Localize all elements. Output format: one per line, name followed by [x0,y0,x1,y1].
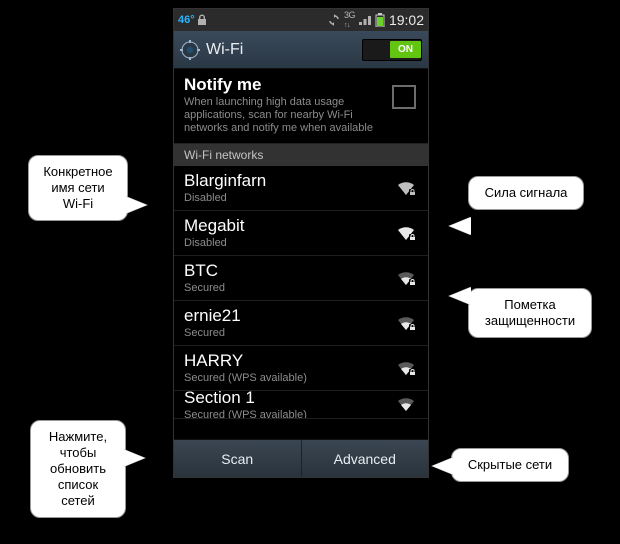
wifi-toggle[interactable]: ON [362,39,422,61]
network-row[interactable]: BTCSecured [174,256,428,301]
signal-icon [359,15,371,25]
notify-title: Notify me [184,75,386,95]
status-clock: 19:02 [389,12,424,28]
wifi-signal-icon [396,315,418,331]
section-header: Wi-Fi networks [174,144,428,166]
lock-icon [197,14,207,26]
wifi-list: Notify me When launching high data usage… [174,69,428,439]
wifi-signal-icon [396,180,418,196]
network-row[interactable]: HARRYSecured (WPS available) [174,346,428,391]
wifi-signal-icon [396,225,418,241]
sync-icon [328,14,340,26]
callout-hidden: Скрытые сети [451,448,569,482]
gear-icon [180,40,200,60]
phone-frame: 46° 3G↑↓ 19:02 Wi-Fi ON [173,8,429,478]
status-bar: 46° 3G↑↓ 19:02 [174,9,428,31]
callout-ssid: Конкретное имя сети Wi-Fi [28,155,128,221]
callout-signal: Сила сигнала [468,176,584,210]
wifi-signal-icon [396,270,418,286]
network-ssid: Megabit [184,216,396,236]
network-ssid: BTC [184,261,396,281]
page-title: Wi-Fi [206,41,362,59]
network-status: Secured [184,327,396,339]
scan-button[interactable]: Scan [174,440,301,477]
notify-checkbox[interactable] [392,85,416,109]
network-row[interactable]: BlarginfarnDisabled [174,166,428,211]
callout-secured: Пометка защищенности [468,288,592,338]
wifi-header: Wi-Fi ON [174,31,428,69]
status-temp: 46° [178,14,195,26]
wifi-signal-icon [396,396,418,412]
network-status: Secured [184,282,396,294]
network-ssid: Blarginfarn [184,171,396,191]
network-row[interactable]: ernie21Secured [174,301,428,346]
network-ssid: ernie21 [184,306,396,326]
network-status: Secured (WPS available) [184,409,396,420]
wifi-signal-icon [396,360,418,376]
data-3g-icon: 3G↑↓ [344,11,355,30]
network-ssid: Section 1 [184,391,396,408]
notify-subtitle: When launching high data usage applicati… [184,96,386,135]
toggle-on-label: ON [390,41,421,58]
network-ssid: HARRY [184,351,396,371]
network-row[interactable]: Section 1Secured (WPS available) [174,391,428,419]
callout-scan: Нажмите, чтобы обновить список сетей [30,420,126,518]
notify-row[interactable]: Notify me When launching high data usage… [174,69,428,144]
network-row[interactable]: MegabitDisabled [174,211,428,256]
battery-icon [375,13,385,27]
bottom-bar: Scan Advanced [174,439,428,477]
network-status: Disabled [184,237,396,249]
network-status: Secured (WPS available) [184,372,396,384]
network-status: Disabled [184,192,396,204]
advanced-button[interactable]: Advanced [302,440,429,477]
